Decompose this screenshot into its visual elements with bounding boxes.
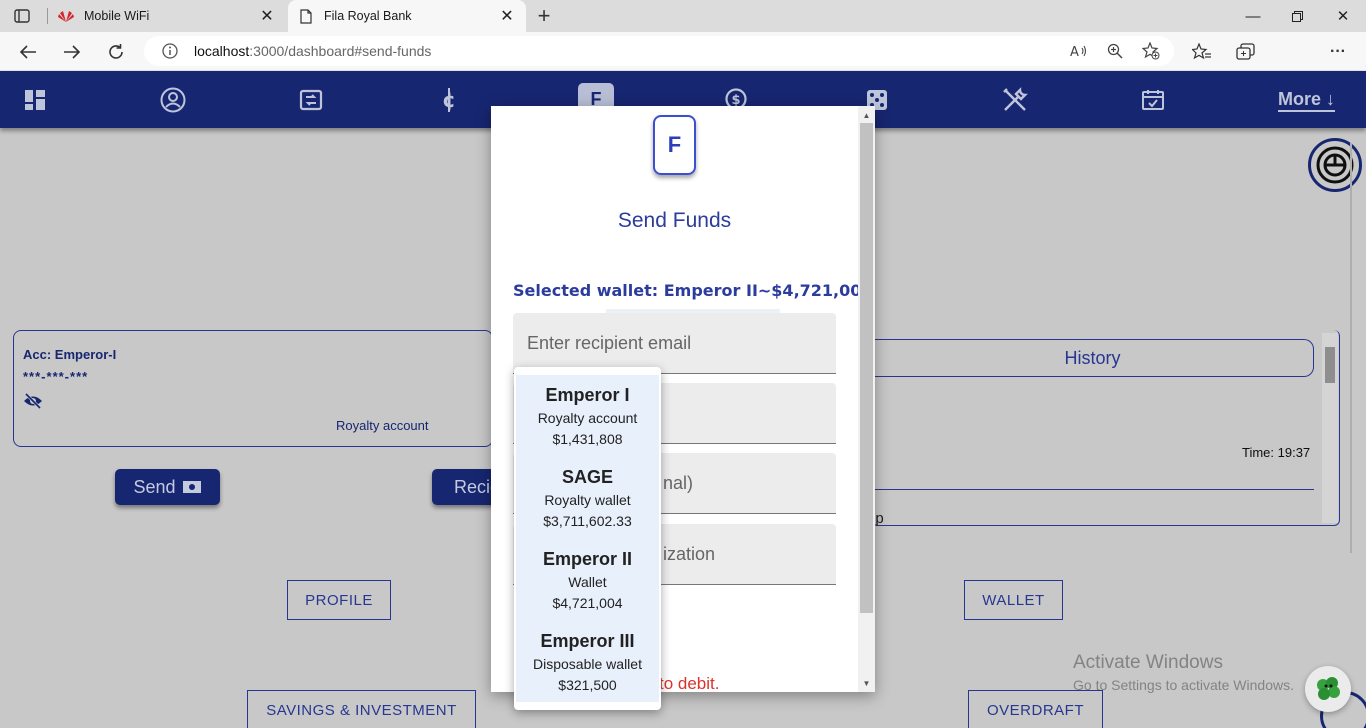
browser-tabbar: Mobile WiFi ✕ Fila Royal Bank ✕ + — ✕	[0, 0, 1366, 32]
new-tab-icon[interactable]: +	[532, 3, 556, 28]
wallet-name: Emperor III	[540, 631, 635, 651]
selected-wallet-label: Selected wallet: Emperor II~$4,721,004	[513, 281, 873, 300]
wallet-amount: $1,431,808	[552, 431, 623, 447]
read-aloud-icon[interactable]: A	[1070, 42, 1088, 60]
tab-actions-icon[interactable]	[10, 6, 34, 26]
url-text: localhost:3000/dashboard#send-funds	[194, 43, 432, 59]
modal-title: Send Funds	[617, 209, 732, 232]
wallet-option-emperor-iii[interactable]: Emperor III Disposable wallet $321,500	[516, 630, 659, 694]
browser-toolbar: localhost:3000/dashboard#send-funds A ··…	[0, 32, 1366, 95]
scroll-down-icon[interactable]: ▼	[858, 676, 875, 690]
wallet-desc: Wallet	[568, 574, 607, 590]
favorites-icon[interactable]	[1191, 41, 1213, 63]
minimize-icon[interactable]: —	[1230, 0, 1276, 32]
tab-fila-royal-bank[interactable]: Fila Royal Bank ✕	[288, 0, 526, 32]
field-placeholder: nal)	[663, 472, 694, 493]
add-favorite-icon[interactable]	[1142, 42, 1160, 60]
close-window-icon[interactable]: ✕	[1320, 0, 1366, 32]
svg-text:A: A	[1070, 45, 1079, 59]
close-tab-icon[interactable]: ✕	[496, 5, 518, 27]
wallet-name: Emperor II	[542, 549, 633, 569]
wallet-list: Emperor I Royalty account $1,431,808 SAG…	[516, 375, 659, 702]
field-placeholder: ization	[663, 543, 716, 564]
wallet-option-emperor-ii[interactable]: Emperor II Wallet $4,721,004	[516, 548, 659, 612]
collections-icon[interactable]	[1235, 41, 1257, 63]
modal-scrollbar[interactable]: ▲ ▼	[858, 106, 875, 692]
fila-logo: F	[653, 115, 696, 175]
wallet-option-sage[interactable]: SAGE Royalty wallet $3,711,602.33	[516, 466, 659, 530]
scroll-up-icon[interactable]: ▲	[858, 108, 875, 122]
scroll-thumb[interactable]	[860, 123, 873, 613]
field-placeholder: Enter recipient email	[527, 332, 692, 353]
wallet-option-emperor-i[interactable]: Emperor I Royalty account $1,431,808	[516, 384, 659, 448]
wallet-desc: Royalty account	[537, 410, 638, 426]
close-tab-icon[interactable]: ✕	[256, 5, 278, 27]
address-bar[interactable]: localhost:3000/dashboard#send-funds	[144, 36, 1174, 66]
wallet-amount: $3,711,602.33	[543, 513, 632, 529]
wallet-name: Emperor I	[545, 385, 630, 405]
restore-icon[interactable]	[1274, 0, 1320, 32]
tab-title: Mobile WiFi	[84, 9, 150, 23]
more-options-icon[interactable]: ···	[1327, 41, 1349, 63]
wallet-desc: Royalty wallet	[544, 492, 631, 508]
wallet-name: SAGE	[561, 467, 613, 487]
wallet-amount: $321,500	[558, 677, 617, 693]
huawei-icon	[58, 8, 74, 24]
tab-mobile-wifi[interactable]: Mobile WiFi ✕	[48, 0, 286, 32]
page-icon	[298, 8, 314, 24]
wallet-dropdown: Emperor I Royalty account $1,431,808 SAG…	[514, 367, 661, 710]
forward-icon[interactable]	[57, 37, 87, 67]
wallet-amount: $4,721,004	[552, 595, 623, 611]
debit-warning-text: to debit.	[659, 674, 720, 692]
wallet-desc: Disposable wallet	[533, 656, 642, 672]
refresh-icon[interactable]	[101, 37, 131, 67]
site-info-icon[interactable]	[160, 43, 180, 59]
recipient-email-field[interactable]: Enter recipient email	[513, 313, 836, 374]
tab-title: Fila Royal Bank	[324, 9, 412, 23]
back-icon[interactable]	[13, 37, 43, 67]
zoom-icon[interactable]	[1106, 42, 1124, 60]
